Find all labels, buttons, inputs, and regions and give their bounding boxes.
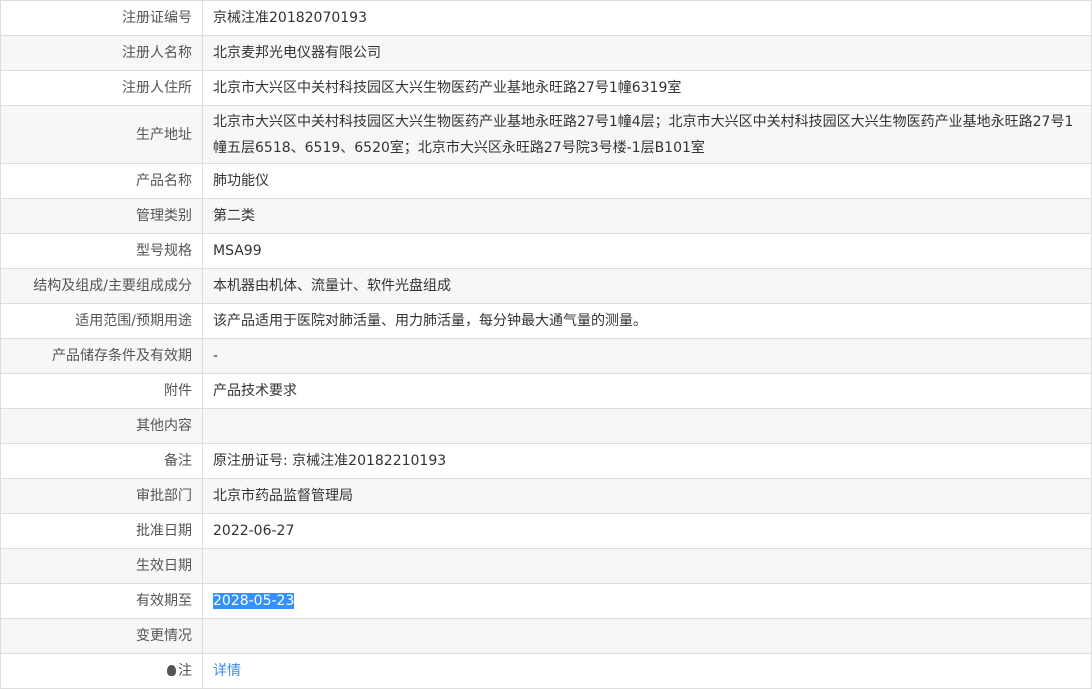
- field-value: -: [202, 338, 1092, 374]
- lightbulb-icon: [167, 665, 176, 676]
- field-value: 京械注准20182070193: [202, 0, 1092, 36]
- table-row: 产品名称 肺功能仪: [0, 163, 1092, 199]
- field-label: 注册人名称: [0, 35, 203, 71]
- field-value: 产品技术要求: [202, 373, 1092, 409]
- field-label: 批准日期: [0, 513, 203, 549]
- field-value: 本机器由机体、流量计、软件光盘组成: [202, 268, 1092, 304]
- table-row: 适用范围/预期用途 该产品适用于医院对肺活量、用力肺活量，每分钟最大通气量的测量。: [0, 303, 1092, 339]
- field-value: [202, 408, 1092, 444]
- registration-detail-table: 注册证编号 京械注准20182070193 注册人名称 北京麦邦光电仪器有限公司 注册人…: [0, 0, 1092, 689]
- field-label: 生产地址: [0, 105, 203, 164]
- field-label: 产品储存条件及有效期: [0, 338, 203, 374]
- table-row: 变更情况: [0, 618, 1092, 654]
- table-row: 其他内容: [0, 408, 1092, 444]
- field-label: 生效日期: [0, 548, 203, 584]
- field-label: 管理类别: [0, 198, 203, 234]
- table-row: 注册人名称 北京麦邦光电仪器有限公司: [0, 35, 1092, 71]
- field-label: 其他内容: [0, 408, 203, 444]
- field-label: 结构及组成/主要组成成分: [0, 268, 203, 304]
- table-row: 管理类别 第二类: [0, 198, 1092, 234]
- field-value: 2022-06-27: [202, 513, 1092, 549]
- field-label: 备注: [0, 443, 203, 479]
- field-label: 附件: [0, 373, 203, 409]
- field-value: 肺功能仪: [202, 163, 1092, 199]
- field-value: 该产品适用于医院对肺活量、用力肺活量，每分钟最大通气量的测量。: [202, 303, 1092, 339]
- selected-text: 2028-05-23: [213, 593, 295, 609]
- table-row: 备注 原注册证号: 京械注准20182210193: [0, 443, 1092, 479]
- table-row: 产品储存条件及有效期 -: [0, 338, 1092, 374]
- field-value: MSA99: [202, 233, 1092, 269]
- note-label: 注: [178, 663, 192, 679]
- field-label: 注: [0, 653, 203, 689]
- field-label: 产品名称: [0, 163, 203, 199]
- field-label: 注册证编号: [0, 0, 203, 36]
- table-row: 注册人住所 北京市大兴区中关村科技园区大兴生物医药产业基地永旺路27号1幢6319…: [0, 70, 1092, 106]
- table-row: 结构及组成/主要组成成分 本机器由机体、流量计、软件光盘组成: [0, 268, 1092, 304]
- table-row: 生产地址 北京市大兴区中关村科技园区大兴生物医药产业基地永旺路27号1幢4层；北京…: [0, 105, 1092, 164]
- field-value: [202, 618, 1092, 654]
- table-row: 有效期至 2028-05-23: [0, 583, 1092, 619]
- field-value: 北京市大兴区中关村科技园区大兴生物医药产业基地永旺路27号1幢6319室: [202, 70, 1092, 106]
- table-row: 批准日期 2022-06-27: [0, 513, 1092, 549]
- field-label: 审批部门: [0, 478, 203, 514]
- field-value: 北京市大兴区中关村科技园区大兴生物医药产业基地永旺路27号1幢4层；北京市大兴区…: [202, 105, 1092, 164]
- field-label: 有效期至: [0, 583, 203, 619]
- field-label: 注册人住所: [0, 70, 203, 106]
- table-row: 生效日期: [0, 548, 1092, 584]
- table-row: 审批部门 北京市药品监督管理局: [0, 478, 1092, 514]
- field-label: 型号规格: [0, 233, 203, 269]
- table-row: 附件 产品技术要求: [0, 373, 1092, 409]
- table-row: 型号规格 MSA99: [0, 233, 1092, 269]
- field-label: 变更情况: [0, 618, 203, 654]
- field-value: [202, 548, 1092, 584]
- details-link[interactable]: 详情: [213, 663, 241, 679]
- table-row-note: 注 详情: [0, 653, 1092, 689]
- field-label: 适用范围/预期用途: [0, 303, 203, 339]
- field-value: 北京麦邦光电仪器有限公司: [202, 35, 1092, 71]
- field-value: 第二类: [202, 198, 1092, 234]
- field-value: 北京市药品监督管理局: [202, 478, 1092, 514]
- table-row: 注册证编号 京械注准20182070193: [0, 0, 1092, 36]
- field-value: 原注册证号: 京械注准20182210193: [202, 443, 1092, 479]
- field-value: 2028-05-23: [202, 583, 1092, 619]
- field-value: 详情: [202, 653, 1092, 689]
